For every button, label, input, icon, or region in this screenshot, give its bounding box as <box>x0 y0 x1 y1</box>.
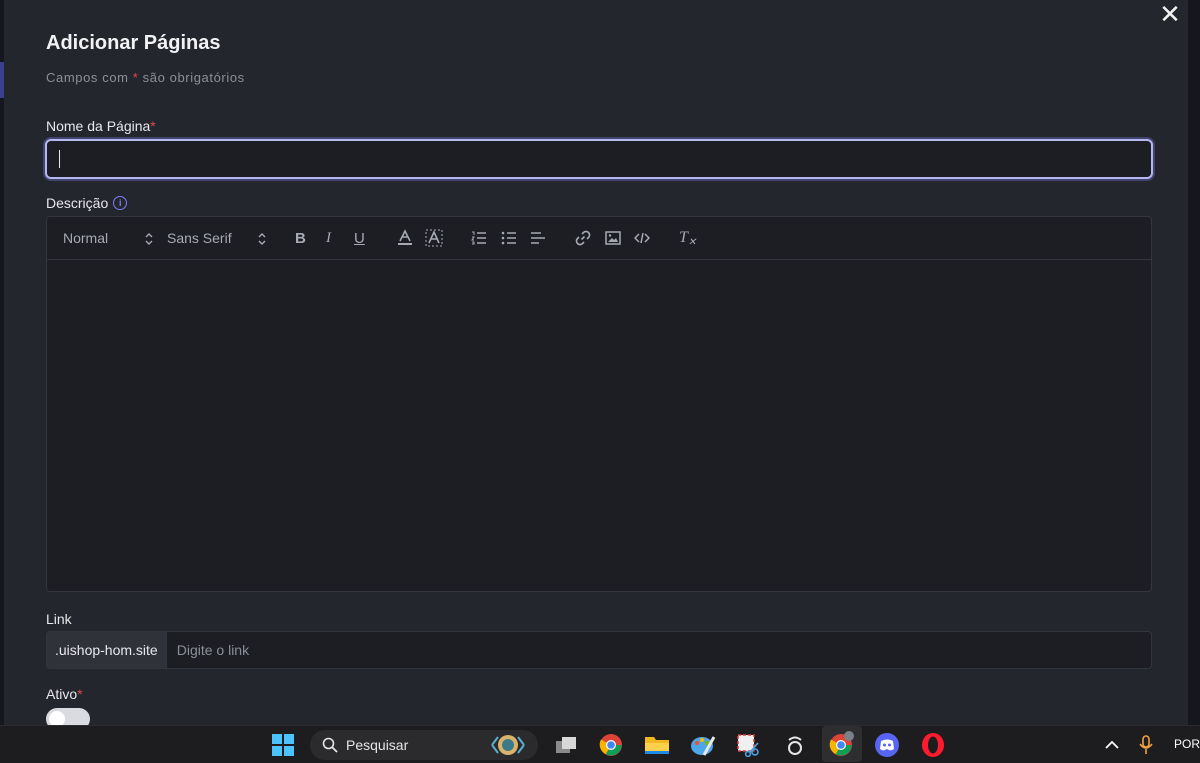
size-select[interactable]: Normal <box>63 217 108 259</box>
editor-content-area[interactable] <box>47 260 1151 590</box>
language-indicator[interactable]: POR <box>1174 737 1200 751</box>
ordered-list-icon[interactable] <box>471 217 487 259</box>
clear-format-x: ✕ <box>687 236 697 248</box>
font-select-arrows-icon <box>258 233 266 245</box>
bold-button[interactable]: B <box>295 217 306 259</box>
required-fields-hint: Campos com * são obrigatórios <box>46 70 245 85</box>
link-input-group: .uishop-hom.site <box>46 631 1152 669</box>
paint-icon[interactable] <box>690 732 716 758</box>
size-select-value: Normal <box>63 230 109 246</box>
page-name-label: Nome da Página* <box>46 118 156 134</box>
text-color-icon[interactable] <box>397 217 413 259</box>
code-icon[interactable] <box>634 217 650 259</box>
taskbar-search[interactable]: Pesquisar <box>310 730 538 760</box>
chevron-up-icon[interactable] <box>1099 732 1125 758</box>
background-app-right-edge <box>1188 0 1200 725</box>
hint-suffix: são obrigatórios <box>138 70 245 85</box>
add-page-modal: ✕ Adicionar Páginas Campos com * são obr… <box>4 0 1188 725</box>
info-icon[interactable]: i <box>113 196 128 210</box>
active-label: Ativo* <box>46 686 83 702</box>
font-select-value: Sans Serif <box>167 230 232 246</box>
rich-text-editor: Normal Sans Serif B I U T ✕ <box>46 216 1152 592</box>
link-domain-prefix: .uishop-hom.site <box>47 632 167 668</box>
description-label-text: Descrição <box>46 195 109 211</box>
search-highlight-icon <box>491 735 525 755</box>
italic-button[interactable]: I <box>326 217 331 259</box>
windows-taskbar: Pesquisar POR <box>0 725 1200 763</box>
task-view-icon[interactable] <box>553 732 579 758</box>
editor-toolbar: Normal Sans Serif B I U T ✕ <box>47 217 1151 260</box>
background-color-icon[interactable] <box>425 217 443 259</box>
opera-icon[interactable] <box>920 732 946 758</box>
search-icon <box>322 737 338 753</box>
hint-prefix: Campos com <box>46 70 133 85</box>
link-label: Link <box>46 611 72 627</box>
app-icon[interactable] <box>782 732 808 758</box>
chrome-icon[interactable] <box>598 732 624 758</box>
toggle-knob <box>49 711 65 725</box>
snipping-tool-icon[interactable] <box>736 732 762 758</box>
font-select[interactable]: Sans Serif <box>167 217 232 259</box>
microphone-icon[interactable] <box>1133 732 1159 758</box>
page-name-input[interactable] <box>45 139 1153 179</box>
windows-start-icon[interactable] <box>270 732 296 758</box>
active-toggle[interactable] <box>46 708 90 725</box>
file-explorer-icon[interactable] <box>644 732 670 758</box>
page-name-label-text: Nome da Página <box>46 118 151 134</box>
size-select-arrows-icon <box>145 233 153 245</box>
discord-icon[interactable] <box>874 732 900 758</box>
description-label: Descrição i <box>46 195 128 211</box>
chrome-profile-icon[interactable] <box>822 726 862 762</box>
image-icon[interactable] <box>605 217 621 259</box>
align-icon[interactable] <box>530 217 546 259</box>
modal-title: Adicionar Páginas <box>46 32 221 54</box>
search-placeholder: Pesquisar <box>346 737 409 753</box>
clear-format-icon: T <box>679 229 688 246</box>
text-caret <box>59 150 60 168</box>
underline-button[interactable]: U <box>354 217 365 259</box>
close-icon[interactable]: ✕ <box>1158 1 1182 27</box>
required-star: * <box>150 118 156 134</box>
link-input[interactable] <box>166 632 1151 668</box>
required-star: * <box>77 686 83 702</box>
link-icon[interactable] <box>575 217 591 259</box>
active-label-text: Ativo <box>46 686 78 702</box>
clear-format-button[interactable]: T ✕ <box>679 217 696 259</box>
bullet-list-icon[interactable] <box>501 217 517 259</box>
